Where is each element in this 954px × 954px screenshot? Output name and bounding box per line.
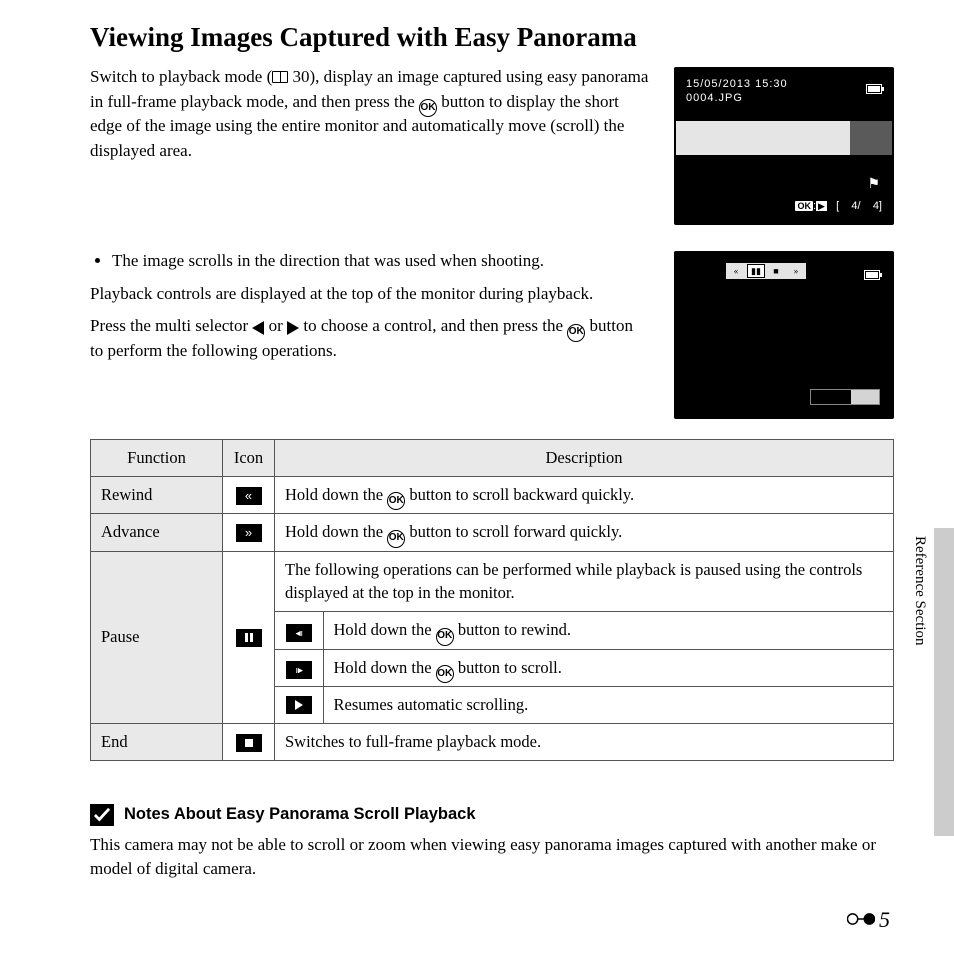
intro-paragraph: Switch to playback mode ( 30), display a… bbox=[90, 65, 650, 225]
fn-advance: Advance bbox=[91, 514, 223, 551]
ok-button-icon: OK bbox=[419, 99, 437, 117]
ok-button-icon: OK bbox=[567, 324, 585, 342]
section-side-label: Reference Section bbox=[908, 536, 930, 646]
pause-row-1: Hold down the OK button to rewind. bbox=[323, 612, 893, 649]
reference-section-icon bbox=[847, 904, 875, 936]
paragraph: Playback controls are displayed at the t… bbox=[90, 282, 650, 307]
play-icon bbox=[286, 696, 312, 714]
rewind-control-icon: « bbox=[727, 264, 745, 278]
manual-page-icon bbox=[272, 71, 288, 83]
section-edge-tab bbox=[934, 528, 954, 836]
pause-control-icon: ▮▮ bbox=[747, 264, 765, 278]
ok-button-icon: OK bbox=[387, 492, 405, 510]
screen-filename: 0004.JPG bbox=[686, 91, 788, 105]
fn-pause: Pause bbox=[91, 551, 223, 723]
controls-table: Function Icon Description Rewind Hold do… bbox=[90, 439, 894, 761]
fn-end: End bbox=[91, 723, 223, 760]
stop-control-icon: ■ bbox=[767, 264, 785, 278]
panorama-flag-icon: ⚑ bbox=[867, 175, 880, 195]
notes-body: This camera may not be able to scroll or… bbox=[90, 833, 894, 882]
ok-button-icon: OK bbox=[436, 665, 454, 683]
pause-intro: The following operations can be performe… bbox=[275, 552, 893, 612]
forward-control-icon: » bbox=[787, 264, 805, 278]
ok-button-icon: OK bbox=[436, 628, 454, 646]
right-arrow-icon bbox=[287, 321, 299, 335]
paragraph: Press the multi selector or to choose a … bbox=[90, 314, 650, 363]
ok-badge: OK bbox=[795, 201, 813, 211]
pause-row-2: Hold down the OK button to scroll. bbox=[323, 649, 893, 686]
desc-rewind: Hold down the OK button to scroll backwa… bbox=[275, 477, 894, 514]
scroll-progress-bar bbox=[810, 389, 880, 405]
page-title: Viewing Images Captured with Easy Panora… bbox=[90, 18, 894, 57]
step-forward-icon bbox=[286, 661, 312, 679]
bullet-list: The image scrolls in the direction that … bbox=[90, 249, 650, 274]
playback-control-bar: « ▮▮ ■ » bbox=[726, 263, 806, 279]
frame-current: 4/ bbox=[851, 200, 860, 212]
rewind-icon bbox=[236, 487, 262, 505]
page-number: 5 bbox=[847, 904, 890, 936]
bullet-item: The image scrolls in the direction that … bbox=[112, 249, 650, 274]
play-badge: ▶ bbox=[816, 201, 827, 211]
desc-end: Switches to full-frame playback mode. bbox=[275, 723, 894, 760]
table-header-icon: Icon bbox=[223, 440, 275, 477]
camera-screen-scrolling: « ▮▮ ■ » bbox=[674, 251, 894, 419]
battery-icon bbox=[866, 84, 882, 94]
note-check-icon bbox=[90, 804, 114, 826]
left-arrow-icon bbox=[252, 321, 264, 335]
panorama-thumbnail bbox=[676, 121, 892, 155]
camera-screen-playback: 15/05/2013 15:30 0004.JPG ⚑ OK:▶ [ 4/ 4] bbox=[674, 67, 894, 225]
desc-advance: Hold down the OK button to scroll forwar… bbox=[275, 514, 894, 551]
frame-total: 4] bbox=[873, 200, 882, 212]
table-header-description: Description bbox=[275, 440, 894, 477]
stop-icon bbox=[236, 734, 262, 752]
pause-icon bbox=[236, 629, 262, 647]
screen-date: 15/05/2013 15:30 bbox=[686, 77, 788, 91]
pause-row-3: Resumes automatic scrolling. bbox=[323, 686, 893, 722]
ok-button-icon: OK bbox=[387, 530, 405, 548]
step-back-icon bbox=[286, 624, 312, 642]
notes-heading: Notes About Easy Panorama Scroll Playbac… bbox=[124, 803, 476, 827]
battery-icon bbox=[864, 270, 880, 280]
fn-rewind: Rewind bbox=[91, 477, 223, 514]
advance-icon bbox=[236, 524, 262, 542]
table-header-function: Function bbox=[91, 440, 223, 477]
